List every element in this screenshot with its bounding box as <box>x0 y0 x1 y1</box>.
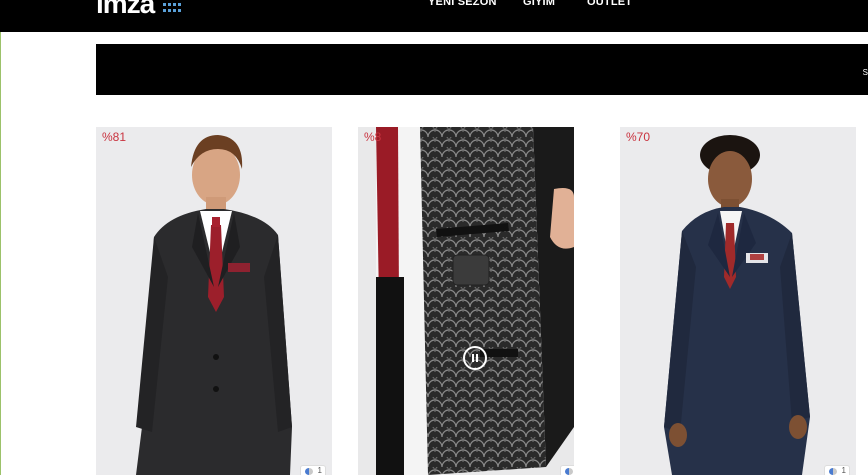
color-dot-icon <box>565 468 573 475</box>
discount-badge: %8 <box>364 130 382 144</box>
product-image[interactable] <box>620 127 856 475</box>
page-edge <box>0 0 1 475</box>
site-header: imza YENİ SEZON GİYİM OUTLET <box>0 0 868 32</box>
color-swatch-count[interactable]: 1 <box>560 465 574 475</box>
main-nav: YENİ SEZON GİYİM OUTLET <box>0 0 868 10</box>
color-swatch-count[interactable]: 1 <box>300 465 326 475</box>
discount-badge: %70 <box>626 130 651 144</box>
nav-item-clothing[interactable]: GİYİM <box>523 0 555 8</box>
product-image[interactable] <box>96 127 332 475</box>
product-video[interactable] <box>358 127 574 475</box>
product-card[interactable]: %81 1 <box>96 127 332 475</box>
color-dot-icon <box>829 468 837 475</box>
pause-icon[interactable] <box>463 346 487 370</box>
product-card[interactable]: %8 1 <box>358 127 574 475</box>
nav-item-outlet[interactable]: OUTLET <box>587 0 632 8</box>
swatch-count: 1 <box>317 466 322 475</box>
color-swatch-count[interactable]: 1 <box>824 465 850 475</box>
color-dot-icon <box>305 468 313 475</box>
product-card[interactable]: %70 1 <box>620 127 856 475</box>
nav-item-new-season[interactable]: YENİ SEZON <box>428 0 497 8</box>
promo-text: S <box>862 68 868 77</box>
discount-badge: %81 <box>102 130 127 144</box>
promo-banner[interactable]: S <box>96 44 868 95</box>
swatch-count: 1 <box>841 466 846 475</box>
